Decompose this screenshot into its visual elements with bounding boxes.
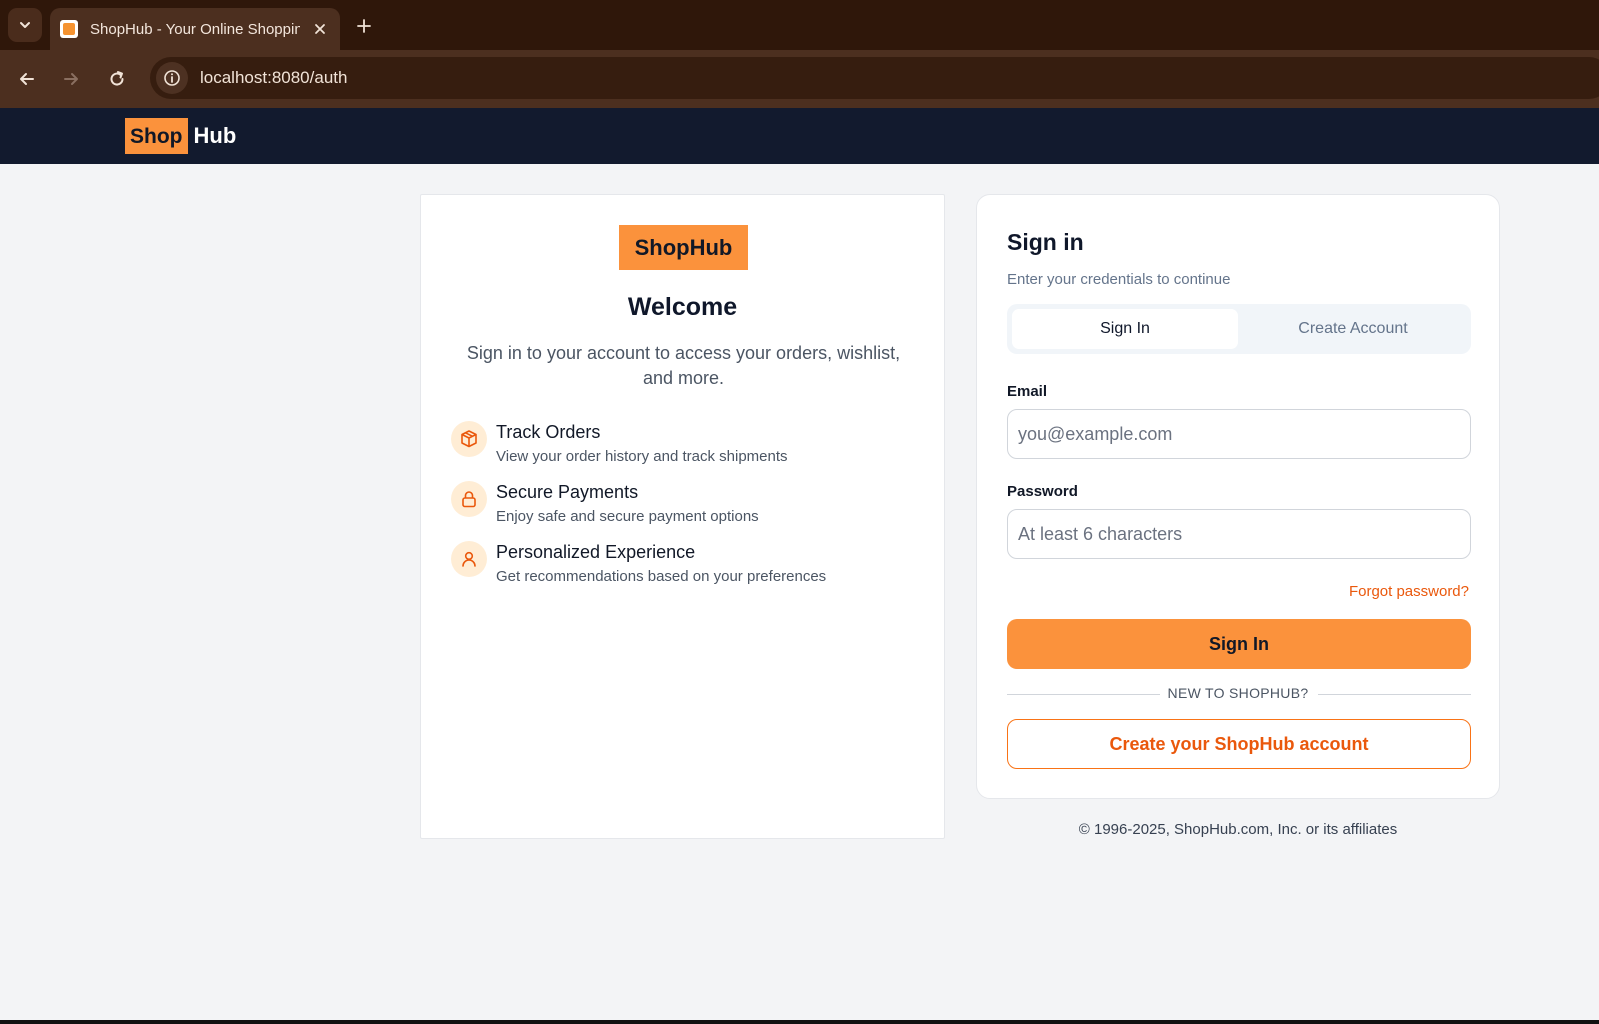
feature-description: Get recommendations based on your prefer… [496, 568, 827, 585]
feature-description: View your order history and track shipme… [496, 448, 788, 465]
logo-shop-text: Shop [125, 118, 188, 154]
feature-title: Personalized Experience [496, 542, 696, 562]
site-info-button[interactable] [156, 62, 188, 94]
favicon-icon [60, 20, 78, 38]
bottom-edge [0, 1020, 1599, 1024]
tab-sign-in[interactable]: Sign In [1012, 309, 1238, 349]
email-label: Email [1007, 383, 1048, 400]
password-label: Password [1007, 483, 1078, 500]
feature-track-orders: Track Orders View your order history and… [451, 421, 916, 471]
signin-subtitle: Enter your credentials to continue [1007, 271, 1231, 288]
info-icon [164, 70, 180, 86]
tab-search-button[interactable] [8, 8, 42, 42]
lock-icon [451, 481, 487, 517]
divider-line-right [1318, 694, 1471, 695]
feature-title: Secure Payments [496, 482, 639, 502]
feature-secure-payments: Secure Payments Enjoy safe and secure pa… [451, 481, 916, 531]
user-icon [451, 541, 487, 577]
feature-description: Enjoy safe and secure payment options [496, 508, 759, 525]
forgot-password-link[interactable]: Forgot password? [1349, 583, 1469, 600]
plus-icon [357, 19, 371, 33]
back-button[interactable] [12, 64, 42, 94]
forward-button[interactable] [56, 64, 86, 94]
tab-create-account[interactable]: Create Account [1240, 309, 1466, 349]
copyright-text: © 1996-2025, ShopHub.com, Inc. or its af… [1078, 821, 1398, 838]
header-logo[interactable]: Shop Hub [125, 118, 236, 154]
divider-text: NEW TO SHOPHUB? [1167, 685, 1309, 701]
reload-button[interactable] [102, 64, 132, 94]
chevron-down-icon [20, 22, 30, 28]
url-text: localhost:8080/auth [200, 68, 348, 87]
browser-toolbar: localhost:8080/auth [0, 50, 1599, 108]
card-logo: ShopHub [619, 225, 748, 270]
auth-tabs: Sign In Create Account [1007, 304, 1471, 354]
welcome-subtitle: Sign in to your account to access your o… [466, 343, 901, 388]
browser-tab-bar: ShopHub - Your Online Shopping [0, 0, 1599, 50]
tab-close-button[interactable] [310, 19, 330, 39]
package-icon [451, 421, 487, 457]
email-field[interactable] [1007, 409, 1471, 459]
site-header: Shop Hub [0, 108, 1599, 164]
signin-card: Sign in Enter your credentials to contin… [976, 194, 1500, 799]
reload-icon [110, 71, 124, 86]
new-tab-button[interactable] [350, 12, 378, 40]
logo-hub-text: Hub [193, 123, 237, 148]
password-field[interactable] [1007, 509, 1471, 559]
create-account-button[interactable]: Create your ShopHub account [1007, 719, 1471, 769]
sign-in-button[interactable]: Sign In [1007, 619, 1471, 669]
signin-title: Sign in [1007, 229, 1084, 255]
arrow-left-icon [20, 73, 34, 85]
address-bar[interactable]: localhost:8080/auth [150, 57, 1599, 99]
tab-title: ShopHub - Your Online Shopping [90, 20, 300, 38]
arrow-right-icon [64, 73, 78, 85]
feature-personalized-experience: Personalized Experience Get recommendati… [451, 541, 916, 591]
feature-title: Track Orders [496, 422, 601, 442]
welcome-card: ShopHub Welcome Sign in to your account … [420, 194, 945, 839]
close-icon [315, 24, 325, 34]
welcome-title: Welcome [627, 293, 738, 321]
browser-tab-active[interactable]: ShopHub - Your Online Shopping [50, 8, 340, 50]
